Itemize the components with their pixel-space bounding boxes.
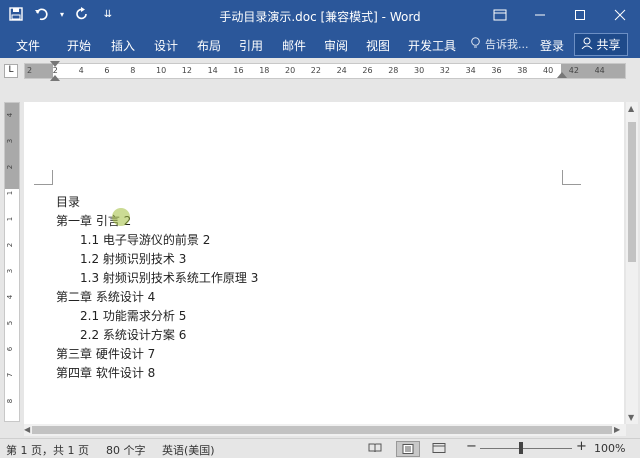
language[interactable]: 英语(美国) — [162, 442, 215, 458]
toc-line[interactable]: 2.2 系统设计方案 6 — [80, 326, 186, 343]
scroll-right-icon[interactable]: ▶ — [614, 425, 620, 434]
ruler-tick-label: 12 — [181, 66, 192, 75]
print-layout-icon[interactable] — [396, 441, 420, 457]
toc-line[interactable]: 第二章 系统设计 4 — [56, 288, 155, 305]
scroll-up-icon[interactable]: ▲ — [628, 104, 634, 113]
tell-me-box[interactable]: 告诉我... — [470, 36, 529, 52]
vertical-ruler[interactable]: 4 3 2 1 1 2 3 4 5 6 7 8 — [4, 102, 20, 422]
ribbon-tabs: 文件 开始 插入 设计 布局 引用 邮件 审阅 视图 开发工具 告诉我... 登录 共享 — [0, 30, 640, 58]
ruler-tick-label: 42 — [568, 66, 579, 75]
mouse-cursor-highlight — [112, 208, 130, 226]
share-label: 共享 — [596, 38, 621, 52]
ruler-tick-label: 6 — [104, 66, 110, 75]
vertical-scrollbar[interactable]: ▲ ▼ — [626, 102, 638, 424]
horizontal-scroll-thumb[interactable] — [32, 426, 612, 434]
toc-line[interactable]: 第三章 硬件设计 7 — [56, 345, 155, 362]
vruler-tick-label: 1 — [6, 216, 15, 222]
tab-5[interactable]: 引用 — [239, 37, 263, 54]
ribbon-display-icon[interactable] — [480, 0, 520, 30]
share-button[interactable]: 共享 — [574, 33, 628, 56]
vruler-tick-label: 5 — [6, 320, 15, 326]
scroll-left-icon[interactable]: ◀ — [24, 425, 30, 434]
ruler-tick-label: 28 — [388, 66, 399, 75]
crop-mark — [562, 170, 581, 185]
title-bar: ▾ ⇊ 手动目录演示.doc [兼容模式] - Word — [0, 0, 640, 30]
tab-3[interactable]: 设计 — [154, 37, 178, 54]
ruler-tick-label: 36 — [491, 66, 502, 75]
status-bar: 第 1 页，共 1 页 80 个字 英语(美国) − + 100% — [0, 438, 640, 458]
vruler-tick-label: 4 — [6, 112, 15, 118]
tab-1[interactable]: 开始 — [67, 37, 91, 54]
ruler-tick-label: 34 — [465, 66, 476, 75]
vruler-tick-label: 1 — [6, 190, 15, 196]
zoom-slider-thumb[interactable] — [519, 442, 523, 454]
ruler-tick-label: 2 — [27, 66, 33, 75]
tab-9[interactable]: 开发工具 — [408, 37, 456, 54]
page-count[interactable]: 第 1 页，共 1 页 — [6, 442, 89, 458]
zoom-out-button[interactable]: − — [466, 439, 477, 454]
ruler-tick-label: 32 — [439, 66, 450, 75]
ruler-tick-label: 26 — [362, 66, 373, 75]
vruler-tick-label: 7 — [6, 372, 15, 378]
vruler-tick-label: 6 — [6, 346, 15, 352]
toc-line[interactable]: 第四章 软件设计 8 — [56, 364, 155, 381]
horizontal-ruler[interactable]: 2 2 4 6 8 10 12 14 16 18 20 22 24 26 28 30 32 34 36 38 40 42 4… — [24, 61, 626, 81]
ruler-tick-label: 20 — [285, 66, 296, 75]
tab-8[interactable]: 视图 — [366, 37, 390, 54]
tell-me-text: 告诉我... — [485, 38, 529, 51]
vruler-tick-label: 3 — [6, 138, 15, 144]
ruler-tick-label: 38 — [517, 66, 528, 75]
ruler-tick-label: 16 — [233, 66, 244, 75]
tab-4[interactable]: 布局 — [197, 37, 221, 54]
tab-selector[interactable]: L — [4, 64, 18, 78]
document-page[interactable]: 目录 第一章 引言 2 1.1 电子导游仪的前景 2 1.2 射频识别技术 3 1.3 … — [24, 102, 624, 424]
login-link[interactable]: 登录 — [540, 37, 564, 54]
lightbulb-icon — [470, 36, 481, 52]
ruler-tick-label: 4 — [78, 66, 84, 75]
read-mode-icon[interactable] — [364, 441, 386, 455]
zoom-in-button[interactable]: + — [576, 439, 587, 454]
right-indent-icon[interactable] — [557, 72, 567, 78]
ruler-tick-label: 30 — [414, 66, 425, 75]
ruler-tick-label: 10 — [156, 66, 167, 75]
tab-6[interactable]: 邮件 — [282, 37, 306, 54]
close-icon[interactable] — [600, 0, 640, 30]
maximize-icon[interactable] — [560, 0, 600, 30]
toc-line[interactable]: 1.3 射频识别技术系统工作原理 3 — [80, 269, 258, 286]
tab-2[interactable]: 插入 — [111, 37, 135, 54]
web-layout-icon[interactable] — [428, 441, 450, 455]
ruler-tick-label: 40 — [543, 66, 554, 75]
hanging-indent-icon[interactable] — [50, 75, 60, 81]
vruler-tick-label: 2 — [6, 242, 15, 248]
toc-line[interactable]: 2.1 功能需求分析 5 — [80, 307, 186, 324]
toc-line[interactable]: 目录 — [56, 193, 80, 210]
crop-mark — [34, 170, 53, 185]
horizontal-scrollbar[interactable]: ◀ ▶ — [24, 424, 626, 436]
ruler-tick-label: 2 — [52, 66, 58, 75]
scroll-down-icon[interactable]: ▼ — [628, 413, 634, 422]
ruler-row: L 2 2 4 6 8 10 12 14 16 18 20 22 24 26 28 30 32 34 36 38 40 4… — [0, 60, 640, 81]
vruler-tick-label: 2 — [6, 164, 15, 170]
toc-line[interactable]: 1.1 电子导游仪的前景 2 — [80, 231, 210, 248]
ruler-tick-label: 8 — [130, 66, 136, 75]
zoom-level[interactable]: 100% — [594, 442, 625, 455]
vruler-tick-label: 8 — [6, 398, 15, 404]
ruler-tick-label: 18 — [259, 66, 270, 75]
word-count[interactable]: 80 个字 — [106, 442, 146, 458]
vertical-scroll-thumb[interactable] — [628, 122, 636, 262]
ruler-tick-label: 24 — [336, 66, 347, 75]
tab-0[interactable]: 文件 — [16, 37, 40, 54]
ruler-tick-label: 14 — [207, 66, 218, 75]
person-icon — [581, 37, 593, 52]
vruler-tick-label: 3 — [6, 268, 15, 274]
minimize-icon[interactable] — [520, 0, 560, 30]
tab-7[interactable]: 审阅 — [324, 37, 348, 54]
indent-marker-icon[interactable] — [50, 61, 60, 67]
ruler-tick-label: 22 — [310, 66, 321, 75]
zoom-slider-track[interactable] — [480, 448, 572, 449]
toc-line[interactable]: 1.2 射频识别技术 3 — [80, 250, 186, 267]
ruler-tick-label: 44 — [594, 66, 605, 75]
vruler-tick-label: 4 — [6, 294, 15, 300]
